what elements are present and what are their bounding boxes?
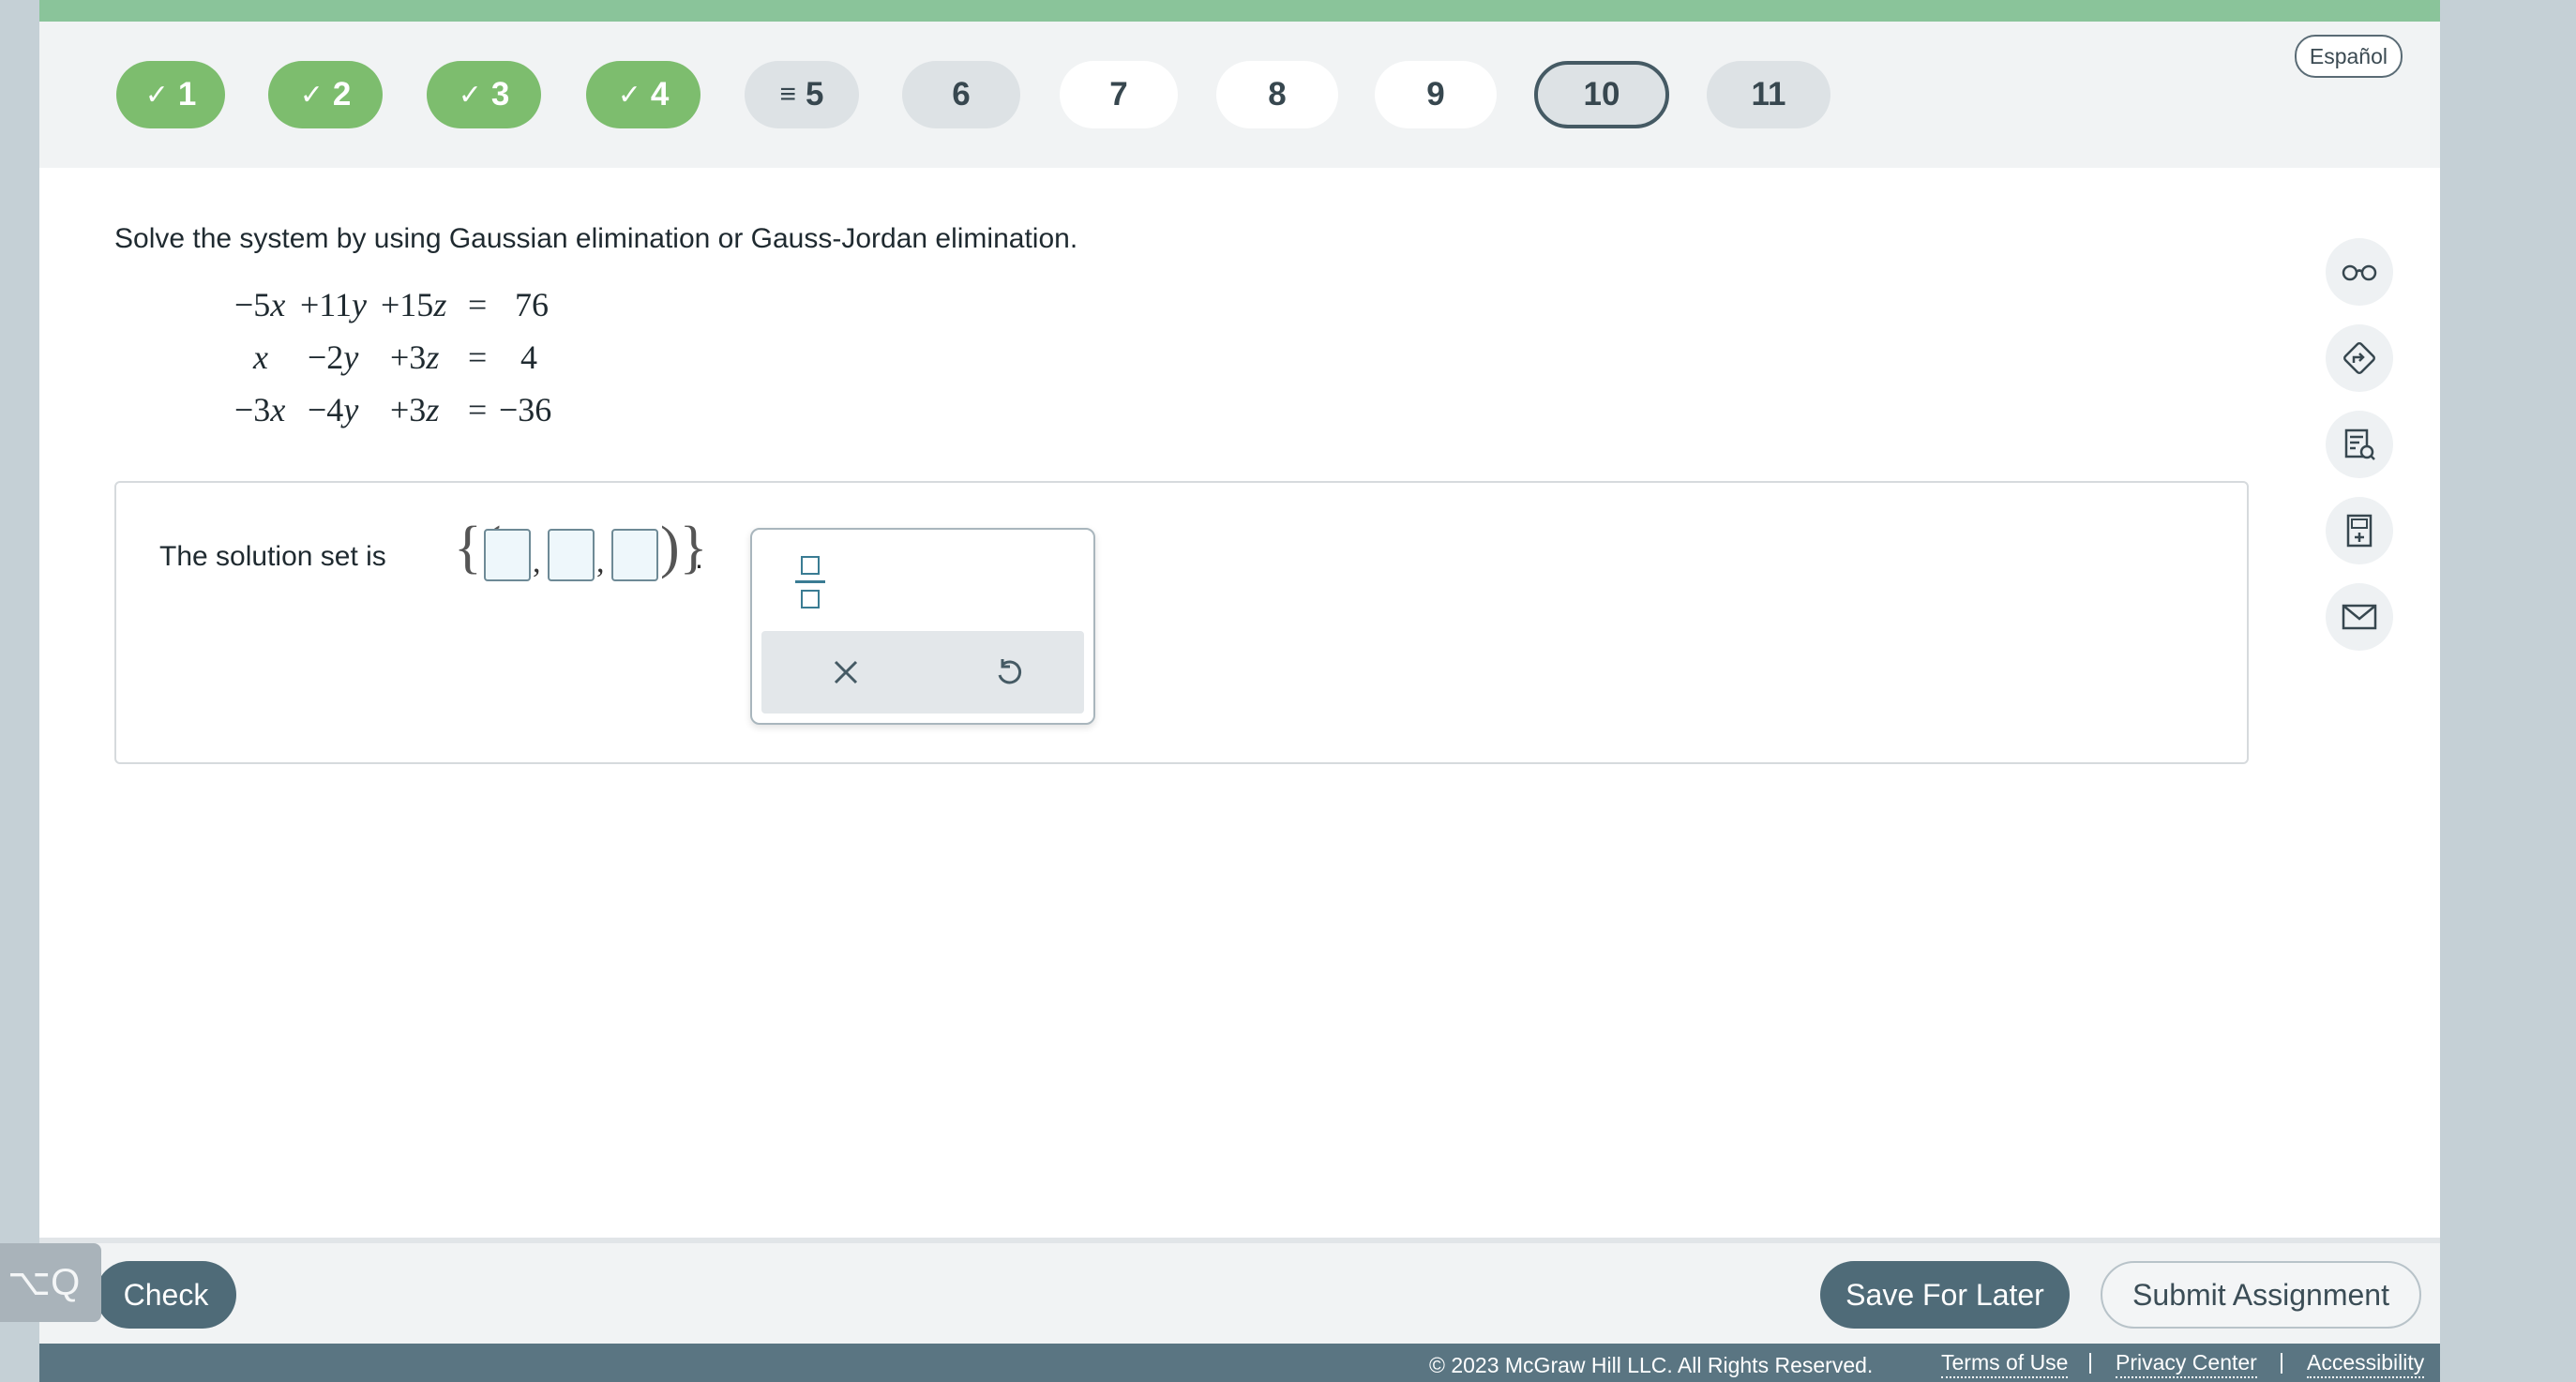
question-pill-11[interactable]: 11 bbox=[1707, 61, 1830, 128]
palette-action-bar bbox=[761, 631, 1084, 714]
sentence-period: . bbox=[695, 541, 703, 575]
answer-comma: , bbox=[533, 545, 541, 579]
math-input-palette bbox=[750, 528, 1095, 725]
terms-of-use-link[interactable]: Terms of Use bbox=[1941, 1350, 2069, 1378]
check-button[interactable]: Check bbox=[96, 1261, 236, 1329]
solution-set-label: The solution set is bbox=[159, 541, 386, 572]
question-pill-10[interactable]: 10 bbox=[1534, 61, 1669, 128]
language-toggle-button[interactable]: Español bbox=[2294, 35, 2403, 78]
question-pill-8[interactable]: 8 bbox=[1216, 61, 1338, 128]
checkmark-icon: ✓ bbox=[617, 79, 641, 111]
question-pill-6[interactable]: 6 bbox=[902, 61, 1020, 128]
equation-row-2: x −2y +3z = 4 bbox=[253, 338, 537, 376]
footer-separator: | bbox=[2087, 1349, 2093, 1374]
equation-system: −5x +11y +15z = 76 x −2y +3z = 4 −3x −4y… bbox=[189, 285, 621, 443]
question-pill-1[interactable]: ✓ 1 bbox=[116, 61, 225, 128]
footer-separator: | bbox=[2279, 1349, 2284, 1374]
privacy-center-link[interactable]: Privacy Center bbox=[2116, 1350, 2257, 1378]
copyright-bar: © 2023 McGraw Hill LLC. All Rights Reser… bbox=[39, 1344, 2440, 1382]
glasses-icon[interactable] bbox=[2326, 238, 2393, 306]
checkmark-icon: ✓ bbox=[144, 79, 169, 111]
calculator-icon[interactable] bbox=[2326, 497, 2393, 564]
assignment-window: ✓ 1 ✓ 2 ✓ 3 ✓ 4 ≡ 5 6 7 8 9 10 11 Españo… bbox=[39, 0, 2440, 1382]
checkmark-icon: ✓ bbox=[458, 79, 482, 111]
x-clear-icon[interactable] bbox=[818, 644, 874, 700]
answer-input-y[interactable] bbox=[548, 529, 595, 581]
envelope-icon[interactable] bbox=[2326, 583, 2393, 651]
footer-bar bbox=[39, 1243, 2440, 1344]
question-prompt: Solve the system by using Gaussian elimi… bbox=[114, 223, 1078, 254]
question-pill-4[interactable]: ✓ 4 bbox=[586, 61, 700, 128]
undo-icon[interactable] bbox=[981, 644, 1037, 700]
directions-icon[interactable] bbox=[2326, 324, 2393, 392]
answer-input-z[interactable] bbox=[611, 529, 658, 581]
question-pill-9[interactable]: 9 bbox=[1375, 61, 1497, 128]
notes-search-icon[interactable] bbox=[2326, 411, 2393, 478]
question-pill-3[interactable]: ✓ 3 bbox=[427, 61, 541, 128]
copyright-text: © 2023 McGraw Hill LLC. All Rights Reser… bbox=[1429, 1353, 1874, 1377]
submit-assignment-button[interactable]: Submit Assignment bbox=[2101, 1261, 2421, 1329]
equation-row-3: −3x −4y +3z = −36 bbox=[234, 391, 552, 428]
keyboard-shortcut-overlay[interactable]: ⌥Q bbox=[0, 1243, 101, 1322]
equation-row-1: −5x +11y +15z = 76 bbox=[234, 286, 549, 323]
question-pill-5[interactable]: ≡ 5 bbox=[745, 61, 859, 128]
answer-area: The solution set is {( , , )} . bbox=[114, 481, 2249, 764]
partial-lines-icon: ≡ bbox=[779, 79, 797, 110]
question-navigation-header: ✓ 1 ✓ 2 ✓ 3 ✓ 4 ≡ 5 6 7 8 9 10 11 Españo… bbox=[39, 22, 2440, 168]
question-pill-7[interactable]: 7 bbox=[1060, 61, 1178, 128]
fraction-template-icon[interactable] bbox=[793, 552, 831, 612]
answer-input-x[interactable] bbox=[484, 529, 531, 581]
shortcut-label: ⌥Q bbox=[8, 1262, 81, 1303]
question-pill-2[interactable]: ✓ 2 bbox=[268, 61, 383, 128]
accessibility-link[interactable]: Accessibility bbox=[2307, 1350, 2425, 1378]
top-accent-strip bbox=[39, 0, 2440, 22]
save-for-later-button[interactable]: Save For Later bbox=[1820, 1261, 2070, 1329]
checkmark-icon: ✓ bbox=[299, 79, 324, 111]
answer-comma: , bbox=[596, 545, 605, 579]
